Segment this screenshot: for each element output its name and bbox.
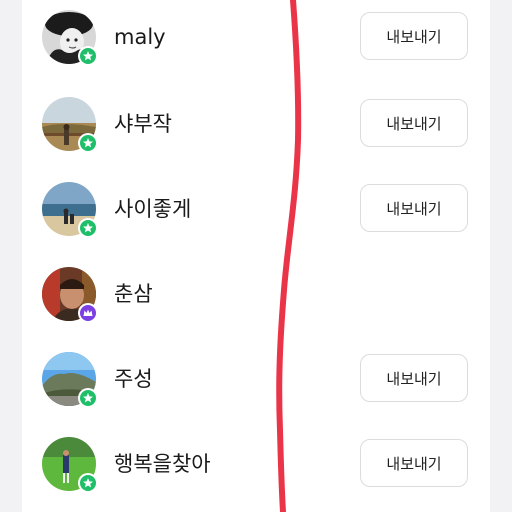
member-row[interactable]: 행복을찾아 내보내기	[22, 425, 490, 510]
member-nickname: 춘삼	[114, 282, 153, 306]
member-row[interactable]: 춘삼	[22, 255, 490, 340]
green-star-badge-icon	[78, 473, 98, 493]
member-nickname: maly	[114, 25, 166, 49]
export-member-button[interactable]: 내보내기	[360, 439, 468, 487]
green-star-badge-icon	[78, 388, 98, 408]
avatar[interactable]	[42, 10, 98, 66]
export-member-button[interactable]: 내보내기	[360, 99, 468, 147]
avatar[interactable]	[42, 352, 98, 408]
green-star-badge-icon	[78, 133, 98, 153]
member-row[interactable]: 주성 내보내기	[22, 340, 490, 425]
member-nickname: 주성	[114, 367, 153, 391]
avatar[interactable]	[42, 267, 98, 323]
avatar[interactable]	[42, 182, 98, 238]
member-row[interactable]: maly 내보내기	[22, 0, 490, 83]
avatar[interactable]	[42, 437, 98, 493]
member-list-screen: maly 내보내기 샤부작 내보내기 사이좋게 내보내기 춘삼 주성 내보내기 …	[0, 0, 512, 512]
green-star-badge-icon	[78, 218, 98, 238]
member-list: maly 내보내기 샤부작 내보내기 사이좋게 내보내기 춘삼 주성 내보내기 …	[22, 0, 490, 512]
export-member-button[interactable]: 내보내기	[360, 184, 468, 232]
member-nickname: 행복을찾아	[114, 452, 211, 476]
green-star-badge-icon	[78, 46, 98, 66]
export-member-button[interactable]: 내보내기	[360, 12, 468, 60]
member-nickname: 사이좋게	[114, 197, 192, 221]
purple-crown-badge-icon	[78, 303, 98, 323]
member-row[interactable]: 사이좋게 내보내기	[22, 170, 490, 255]
avatar[interactable]	[42, 97, 98, 153]
member-nickname: 샤부작	[114, 112, 172, 136]
export-member-button[interactable]: 내보내기	[360, 354, 468, 402]
member-row[interactable]: 샤부작 내보내기	[22, 85, 490, 170]
